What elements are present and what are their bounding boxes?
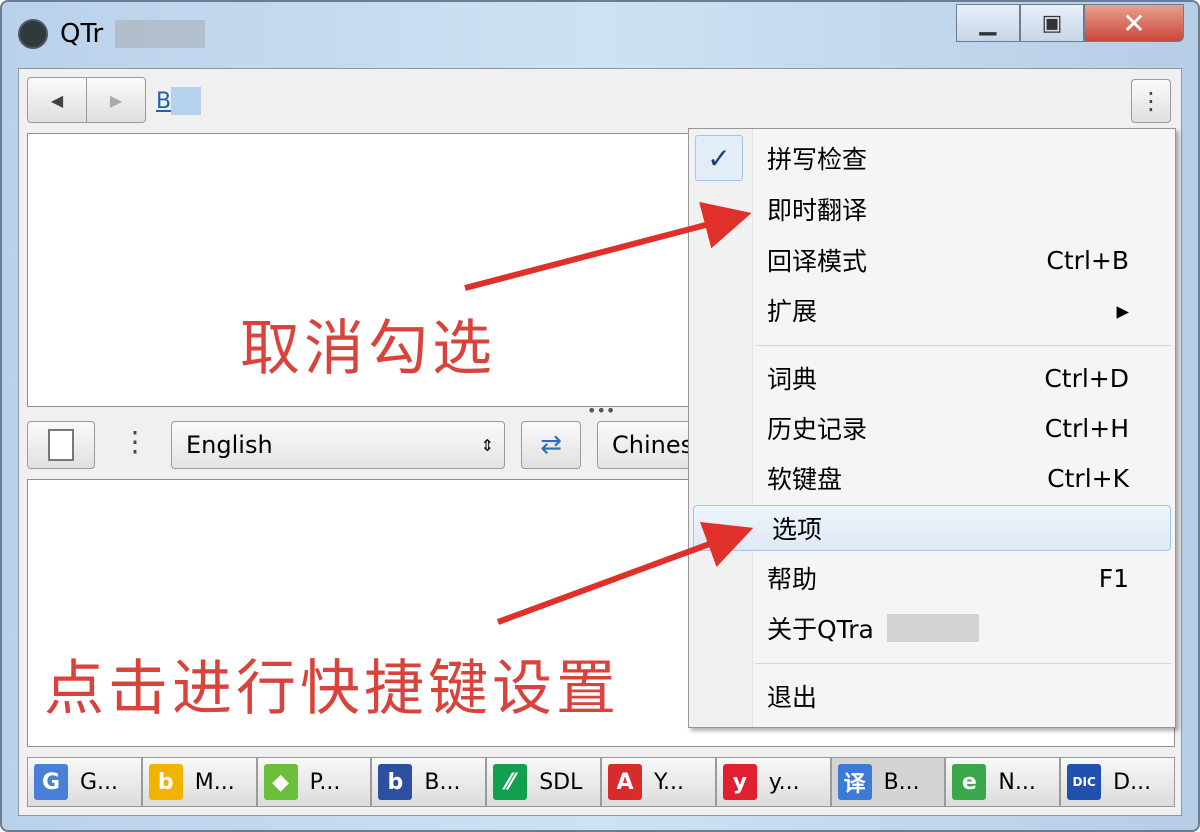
annotation-arrows xyxy=(464,201,754,625)
arrow-to-instant-translate xyxy=(464,201,752,291)
arrow-to-options xyxy=(496,521,754,625)
